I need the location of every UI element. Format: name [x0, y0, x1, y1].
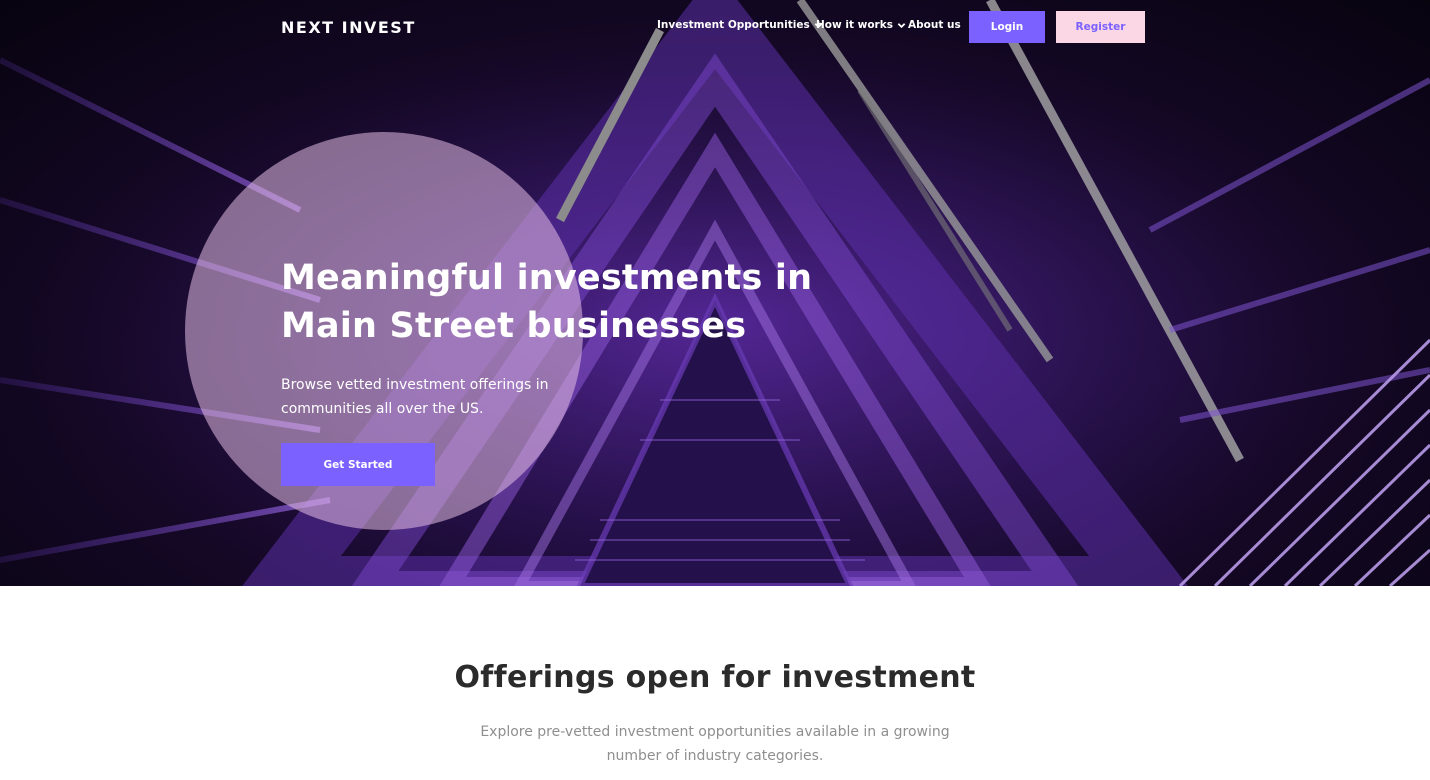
nav-about-us[interactable]: About us [908, 19, 961, 31]
brand-logo[interactable]: NEXT INVEST [281, 18, 416, 37]
nav-investment-opportunities-label: Investment Opportunities [657, 19, 810, 31]
chevron-down-icon [897, 22, 906, 28]
hero-title: Meaningful investments in Main Street bu… [281, 254, 841, 350]
nav-investment-opportunities[interactable]: Investment Opportunities [657, 19, 823, 31]
offerings-section-subtitle: Explore pre-vetted investment opportunit… [480, 724, 950, 764]
top-navbar: NEXT INVEST Investment Opportunities How… [0, 0, 1430, 56]
hero-title-line2: Main Street businesses [281, 306, 747, 346]
get-started-button[interactable]: Get Started [281, 443, 435, 486]
login-button[interactable]: Login [969, 11, 1045, 43]
offerings-section-title: Offerings open for investment [454, 660, 976, 695]
nav-how-it-works[interactable]: How it works [816, 19, 906, 31]
nav-how-it-works-label: How it works [816, 19, 893, 31]
hero-title-line1: Meaningful investments in [281, 258, 813, 298]
hero-section: NEXT INVEST Investment Opportunities How… [0, 0, 1430, 586]
register-button[interactable]: Register [1056, 11, 1145, 43]
hero-subtitle: Browse vetted investment offerings in co… [281, 377, 549, 417]
